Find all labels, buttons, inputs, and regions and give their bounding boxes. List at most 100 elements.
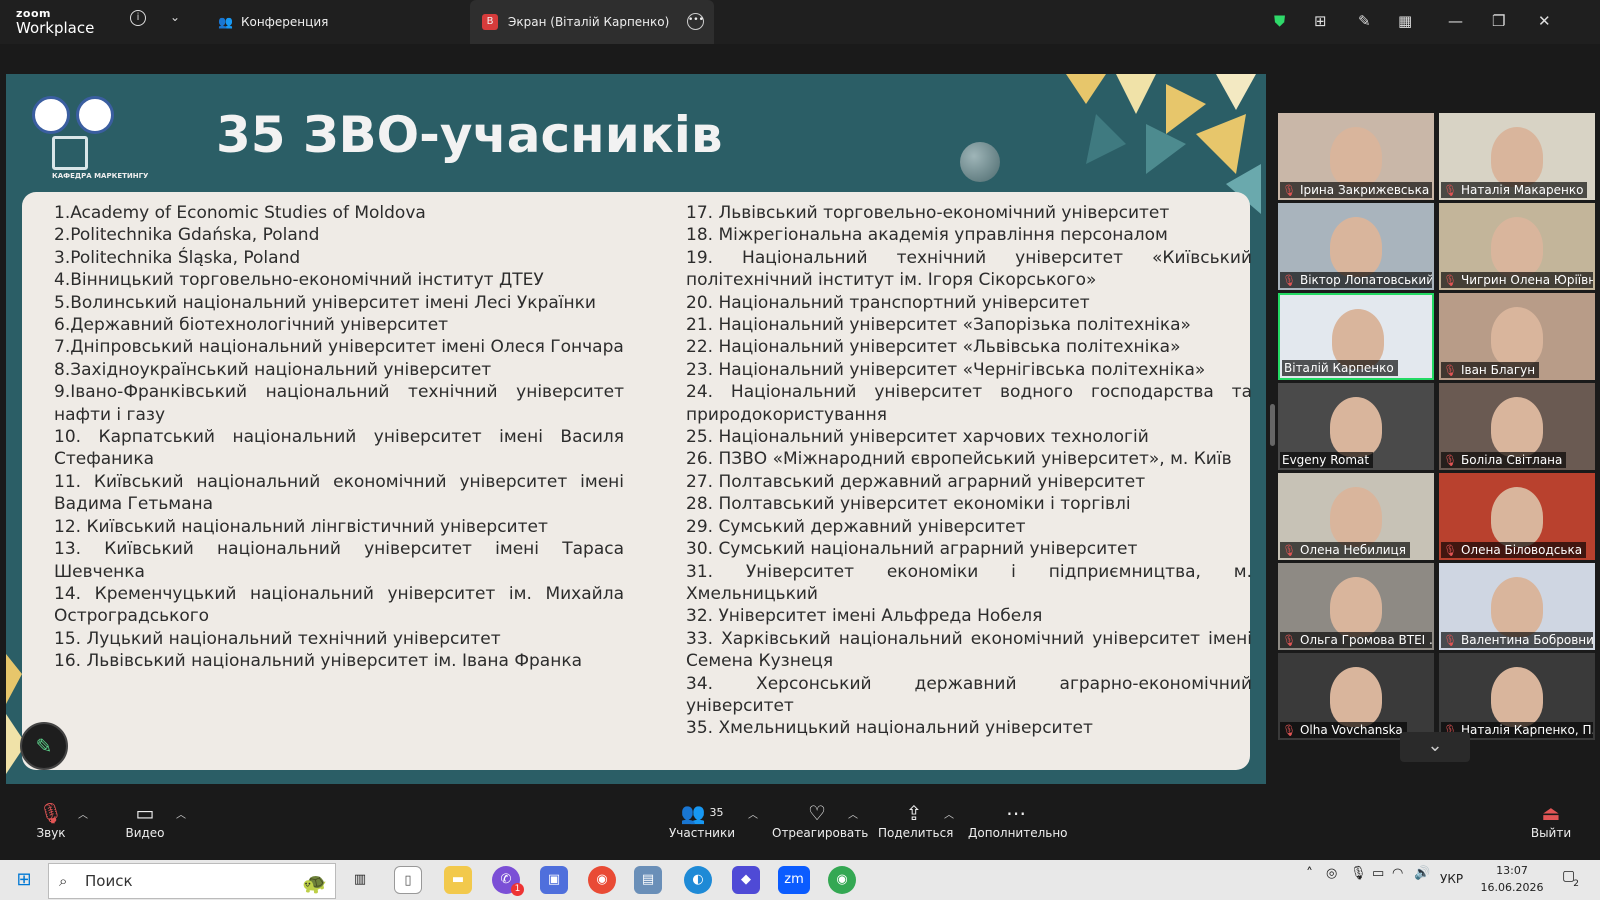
notifications-icon[interactable]: ▢2	[1562, 868, 1581, 889]
tab-shared-screen[interactable]: В Экран (Віталій Карпенко) •••	[470, 0, 714, 44]
participant-video-tile[interactable]: 🎙 Наталія Карпенко, П...	[1439, 653, 1595, 740]
participant-video-tile[interactable]: 🎙 Ольга Громова ВТЕІ ...	[1278, 563, 1434, 650]
windows-start-icon[interactable]: ⊞	[10, 866, 38, 894]
viber-icon[interactable]: ✆ 1	[492, 866, 524, 896]
university-list-item: 15. Луцький національний технічний уніве…	[54, 628, 501, 649]
panel-resize-handle[interactable]	[1270, 404, 1275, 446]
share-button[interactable]: ⇪ Поделиться	[878, 800, 953, 840]
video-button[interactable]: ▭ Видео	[120, 800, 170, 840]
restore-icon[interactable]: ❐	[1492, 12, 1505, 30]
participant-face	[1330, 217, 1382, 277]
participant-video-tile[interactable]: 🎙 Іван Благун	[1439, 293, 1595, 380]
file-explorer-icon[interactable]: ▬	[444, 866, 472, 894]
zoom-taskbar-icon[interactable]: zm	[778, 866, 810, 894]
wifi-icon[interactable]: ◠	[1392, 866, 1403, 881]
university-list-item: 16. Львівський національний університет …	[54, 651, 583, 672]
react-label: Отреагировать	[772, 826, 869, 840]
participant-name-label: 🎙 Чигрин Олена Юріївна	[1441, 272, 1593, 288]
participant-video-tile[interactable]: 🎙 Olha Vovchanska	[1278, 653, 1434, 740]
participant-name: Валентина Бобровник	[1460, 633, 1593, 647]
participant-name: Olha Vovchanska	[1299, 723, 1403, 737]
edge-icon[interactable]: ◐	[684, 866, 712, 894]
chrome-icon[interactable]: ◉	[588, 866, 616, 894]
pictures-app-icon[interactable]: ▤	[634, 866, 662, 894]
participant-name-label: 🎙 Іван Благун	[1441, 362, 1540, 378]
participants-button[interactable]: 👥 35 Участники	[666, 800, 738, 840]
participant-video-tile[interactable]: 🎙 Ірина Закрижевська	[1278, 113, 1434, 200]
clock[interactable]: 13:07 16.06.2026	[1480, 862, 1544, 896]
university-list-item: 30. Сумський національний аграрний уніве…	[686, 539, 1138, 560]
university-emblem-2	[76, 96, 114, 134]
annotate-button[interactable]: ✎	[20, 722, 68, 770]
participant-video-tile[interactable]: Віталій Карпенко	[1278, 293, 1434, 380]
participant-face	[1330, 577, 1382, 637]
participant-video-tile[interactable]: 🎙 Боліла Світлана	[1439, 383, 1595, 470]
participant-name-label: Віталій Карпенко	[1282, 360, 1398, 376]
audio-options-caret[interactable]: ︿	[78, 806, 88, 821]
react-options-caret[interactable]: ︿	[848, 806, 858, 821]
task-view-icon[interactable]: ▥	[346, 866, 374, 894]
participant-video-tile[interactable]: 🎙 Наталія Макаренко	[1439, 113, 1595, 200]
taskbar-search[interactable]: ⌕ Поиск 🐢	[48, 863, 336, 899]
more-button[interactable]: ⋯ Дополнительно	[968, 800, 1068, 840]
battery-icon[interactable]: ▭	[1372, 866, 1384, 881]
university-emblem-1	[32, 96, 70, 134]
meeting-toolbar: 🎙 Звук ︿ ▭ Видео ︿ 👥 35 Участники ︿ ♡ Отр…	[0, 800, 1600, 842]
annotate-pen-icon[interactable]: ✎	[1358, 12, 1371, 30]
participant-video-tile[interactable]: 🎙 Чигрин Олена Юріївна	[1439, 203, 1595, 290]
participant-name: Іван Благун	[1460, 363, 1536, 377]
university-list-item: 4.Вінницький торговельно-економічний інс…	[54, 270, 544, 291]
university-list-item: 23. Національний університет «Чернігівсь…	[686, 359, 1206, 380]
participant-video-tile[interactable]: 🎙 Олена Небилиця	[1278, 473, 1434, 560]
university-list-item: 29. Сумський державний університет	[686, 516, 1026, 537]
mic-muted-icon: 🎙	[1282, 274, 1296, 287]
grid-next-page-button[interactable]: ⌄	[1400, 732, 1470, 762]
university-list-item: 28. Полтавський університет економіки і …	[686, 494, 1131, 515]
mic-muted-icon: 🎙	[38, 801, 64, 825]
university-list-item: 6.Державний біотехнологічний університет	[54, 315, 449, 336]
tray-chevron-up-icon[interactable]: ˄	[1306, 866, 1313, 882]
minimize-icon[interactable]: —	[1448, 12, 1463, 30]
share-options-caret[interactable]: ︿	[944, 806, 954, 821]
microphone-icon[interactable]: 🎙	[1350, 866, 1367, 881]
layout-icon[interactable]: ▦	[1398, 12, 1412, 30]
participant-video-tile[interactable]: 🎙 Валентина Бобровник	[1439, 563, 1595, 650]
meet-now-icon[interactable]: ◎	[1326, 866, 1337, 881]
save-app-icon[interactable]: ▣	[540, 866, 568, 894]
participant-name: Віталій Карпенко	[1284, 361, 1394, 375]
info-icon[interactable]: i	[130, 10, 146, 26]
participants-icon: 👥 35	[680, 801, 724, 825]
leave-button[interactable]: ⏏ Выйти	[1528, 800, 1574, 840]
participant-name-label: 🎙 Боліла Світлана	[1441, 452, 1567, 468]
tab-meeting[interactable]: 👥 Конференция	[218, 0, 328, 44]
participant-name: Ірина Закрижевська	[1299, 183, 1430, 197]
participants-options-caret[interactable]: ︿	[748, 806, 758, 821]
copilot-icon[interactable]: ◆	[732, 866, 760, 894]
mic-muted-icon: 🎙	[1282, 634, 1296, 647]
shield-icon[interactable]: ⛊	[1274, 12, 1285, 30]
university-list-item: 11. Київський національний економічний у…	[54, 471, 624, 515]
file-icon[interactable]: ▯	[394, 866, 422, 894]
audio-button[interactable]: 🎙 Звук	[30, 800, 72, 840]
volume-icon[interactable]: 🔊	[1414, 866, 1430, 881]
participant-video-tile[interactable]: Evgeny Romat	[1278, 383, 1434, 470]
mic-muted-icon: 🎙	[1443, 274, 1457, 287]
participant-face	[1491, 307, 1543, 367]
university-list-item: 18. Міжрегіональна академія управління п…	[686, 225, 1168, 246]
grid-view-icon[interactable]: ⊞	[1314, 12, 1327, 30]
video-options-caret[interactable]: ︿	[176, 806, 186, 821]
university-list-item: 8.Західноукраїнський національний універ…	[54, 359, 492, 380]
title-bar: zoom Workplace i ⌄ 👥 Конференция В Экран…	[0, 0, 1600, 44]
windows-taskbar: ⊞ ⌕ Поиск 🐢 ▥ ▯ ▬ ✆ 1 ▣ ◉ ▤ ◐ ◆ zm ◉ ˄ ◎ …	[0, 860, 1600, 900]
close-icon[interactable]: ✕	[1538, 12, 1551, 30]
zoom-logo: zoom Workplace	[16, 8, 94, 37]
participant-name: Evgeny Romat	[1282, 453, 1370, 467]
participant-video-tile[interactable]: 🎙 Віктор Лопатовський	[1278, 203, 1434, 290]
participant-video-tile[interactable]: 🎙 Олена Біловодська	[1439, 473, 1595, 560]
university-list-item: 19. Національний технічний університет «…	[686, 247, 1252, 291]
more-options-icon[interactable]: •••	[687, 13, 704, 30]
language-indicator[interactable]: УКР	[1440, 872, 1463, 886]
chevron-down-icon[interactable]: ⌄	[170, 10, 180, 24]
share-screen-icon: ⇪	[905, 801, 923, 825]
chrome-profile-icon[interactable]: ◉	[828, 866, 856, 894]
